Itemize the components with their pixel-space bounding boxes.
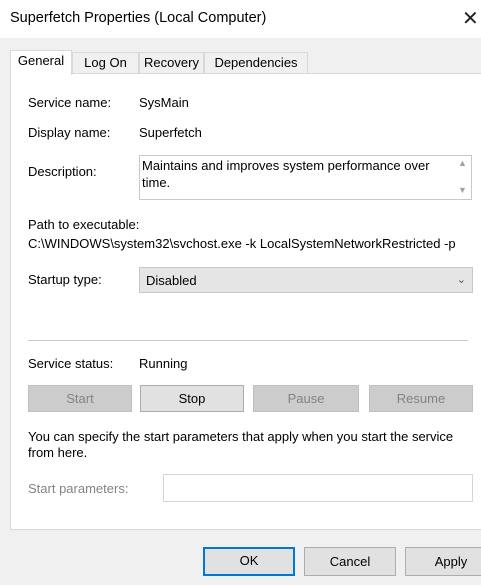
service-status-label: Service status: (28, 356, 114, 371)
path-value: C:\WINDOWS\system32\svchost.exe -k Local… (28, 236, 456, 251)
startup-type-value: Disabled (146, 273, 197, 288)
service-status-value: Running (139, 356, 188, 371)
chevron-up-icon[interactable]: ▲ (458, 158, 467, 168)
general-panel (10, 73, 481, 530)
tab-general[interactable]: General (10, 50, 72, 75)
chevron-down-icon[interactable]: ▼ (458, 185, 467, 195)
window-title: Superfetch Properties (Local Computer) (10, 10, 267, 26)
startup-type-label: Startup type: (28, 272, 102, 287)
path-label: Path to executable: (28, 217, 140, 232)
description-box[interactable]: Maintains and improves system performanc… (139, 155, 472, 200)
display-name-label: Display name: (28, 125, 111, 140)
tab-dependencies[interactable]: Dependencies (204, 52, 308, 74)
ok-button[interactable]: OK (203, 547, 295, 576)
title-bar: Superfetch Properties (Local Computer) ✕ (0, 0, 481, 38)
description-scrollbar[interactable]: ▲ ▼ (454, 156, 471, 199)
close-icon[interactable]: ✕ (462, 6, 479, 31)
display-name-value: Superfetch (139, 125, 202, 140)
tab-recovery[interactable]: Recovery (139, 52, 204, 74)
start-params-label: Start parameters: (28, 481, 129, 496)
service-name-value: SysMain (139, 95, 189, 110)
cancel-button[interactable]: Cancel (304, 547, 396, 576)
description-label: Description: (28, 164, 97, 179)
resume-button[interactable]: Resume (369, 385, 473, 412)
apply-button[interactable]: Apply (405, 547, 481, 576)
stop-button[interactable]: Stop (140, 385, 244, 412)
start-params-hint: You can specify the start parameters tha… (28, 429, 454, 460)
start-params-input[interactable] (163, 474, 473, 502)
start-button[interactable]: Start (28, 385, 132, 412)
description-text: Maintains and improves system performanc… (142, 158, 430, 190)
service-name-label: Service name: (28, 95, 112, 110)
pause-button[interactable]: Pause (253, 385, 359, 412)
chevron-down-icon: ⌄ (456, 274, 466, 286)
separator (28, 340, 468, 341)
tab-log-on[interactable]: Log On (72, 52, 139, 74)
startup-type-select[interactable]: Disabled ⌄ (139, 267, 473, 293)
